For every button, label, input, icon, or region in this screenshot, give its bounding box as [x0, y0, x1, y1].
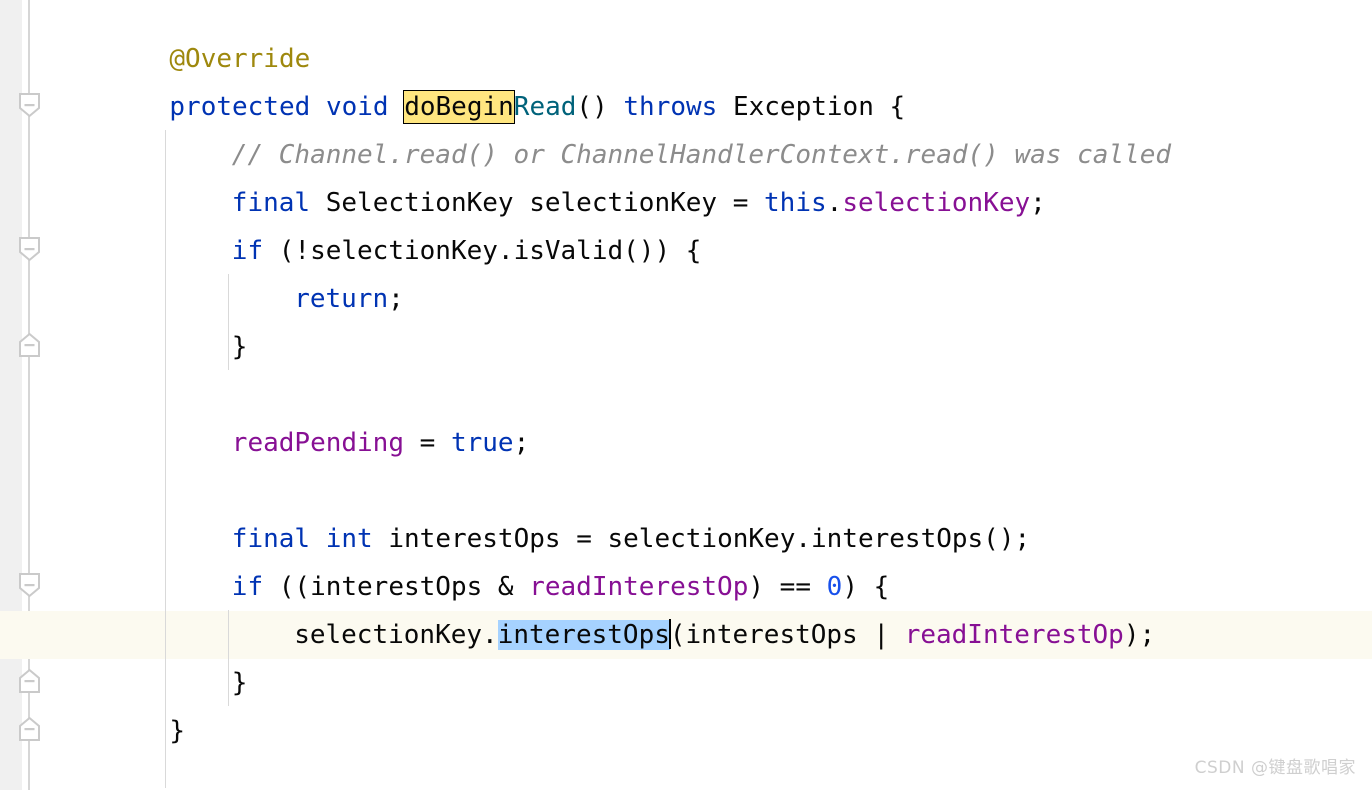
- code-token: selectionKey: [842, 188, 1031, 218]
- code-token: Exception {: [717, 92, 906, 122]
- code-line[interactable]: if (!selectionKey.isValid()) {: [232, 227, 702, 275]
- code-token: (!selectionKey.isValid()) {: [263, 236, 702, 266]
- code-token: interestOps = selectionKey.interestOps()…: [372, 524, 1031, 554]
- code-token: Read: [513, 92, 577, 122]
- code-token: =: [403, 428, 451, 458]
- code-content-area[interactable]: @Override protected void doBeginRead() th…: [0, 0, 1372, 790]
- fold-collapse-up-icon[interactable]: [17, 668, 42, 694]
- code-line[interactable]: @Override: [169, 35, 310, 83]
- fold-collapse-up-icon[interactable]: [17, 332, 42, 358]
- code-token: readInterestOp: [529, 572, 749, 602]
- code-line[interactable]: }: [169, 707, 185, 755]
- code-token: if: [231, 236, 264, 266]
- fold-collapse-down-icon[interactable]: [17, 572, 42, 598]
- fold-collapse-up-icon[interactable]: [17, 716, 42, 742]
- code-line[interactable]: final int interestOps = selectionKey.int…: [232, 515, 1030, 563]
- code-token: readInterestOp: [904, 620, 1124, 650]
- selected-text: interestOps: [497, 620, 670, 650]
- code-line[interactable]: }: [232, 323, 248, 371]
- code-token: SelectionKey selectionKey =: [310, 188, 765, 218]
- csdn-watermark: CSDN @键盘歌唱家: [1194, 758, 1356, 778]
- code-token: return: [294, 284, 389, 314]
- code-token: throws: [623, 92, 718, 122]
- code-token: this: [764, 188, 827, 218]
- code-token: ) {: [842, 572, 890, 602]
- code-token: (interestOps |: [669, 620, 905, 650]
- code-line[interactable]: protected void doBeginRead() throws Exce…: [169, 83, 905, 131]
- code-line[interactable]: selectionKey.interestOps(interestOps | r…: [294, 611, 1155, 659]
- code-token: .: [826, 188, 843, 218]
- code-token: (): [576, 92, 624, 122]
- code-token: 0: [826, 572, 843, 602]
- code-token: readPending: [231, 428, 404, 458]
- code-token: ;: [513, 428, 530, 458]
- fold-collapse-down-icon[interactable]: [17, 92, 42, 118]
- indent-guide: [227, 274, 229, 370]
- code-token: ;: [388, 284, 404, 314]
- code-token: }: [231, 668, 248, 698]
- code-token: final: [231, 524, 311, 554]
- rename-occurrence-highlight: doBegin: [403, 90, 515, 124]
- java-annotation: @Override: [169, 44, 311, 74]
- indent-guide: [227, 610, 229, 706]
- code-token: int: [325, 524, 373, 554]
- code-editor[interactable]: @Override protected void doBeginRead() th…: [0, 0, 1372, 790]
- code-token: ((interestOps &: [263, 572, 530, 602]
- code-line[interactable]: // Channel.read() or ChannelHandlerConte…: [232, 131, 1171, 179]
- code-token: ) ==: [748, 572, 827, 602]
- code-token: );: [1123, 620, 1156, 650]
- code-token: selectionKey.: [294, 620, 498, 650]
- code-token: }: [169, 716, 186, 746]
- code-line[interactable]: if ((interestOps & readInterestOp) == 0)…: [232, 563, 889, 611]
- indent-guide: [165, 130, 167, 788]
- code-token: protected: [169, 92, 311, 122]
- code-line[interactable]: return;: [294, 275, 404, 323]
- fold-collapse-down-icon[interactable]: [17, 236, 42, 262]
- code-line[interactable]: final SelectionKey selectionKey = this.s…: [232, 179, 1046, 227]
- code-comment: // Channel.read() or ChannelHandlerConte…: [231, 140, 1171, 170]
- code-token: true: [450, 428, 514, 458]
- code-token: final: [231, 188, 311, 218]
- code-line[interactable]: }: [232, 659, 248, 707]
- code-token: }: [231, 332, 248, 362]
- code-token: void: [325, 92, 389, 122]
- code-token: ;: [1030, 188, 1046, 218]
- code-token: if: [231, 572, 264, 602]
- code-line[interactable]: readPending = true;: [232, 419, 529, 467]
